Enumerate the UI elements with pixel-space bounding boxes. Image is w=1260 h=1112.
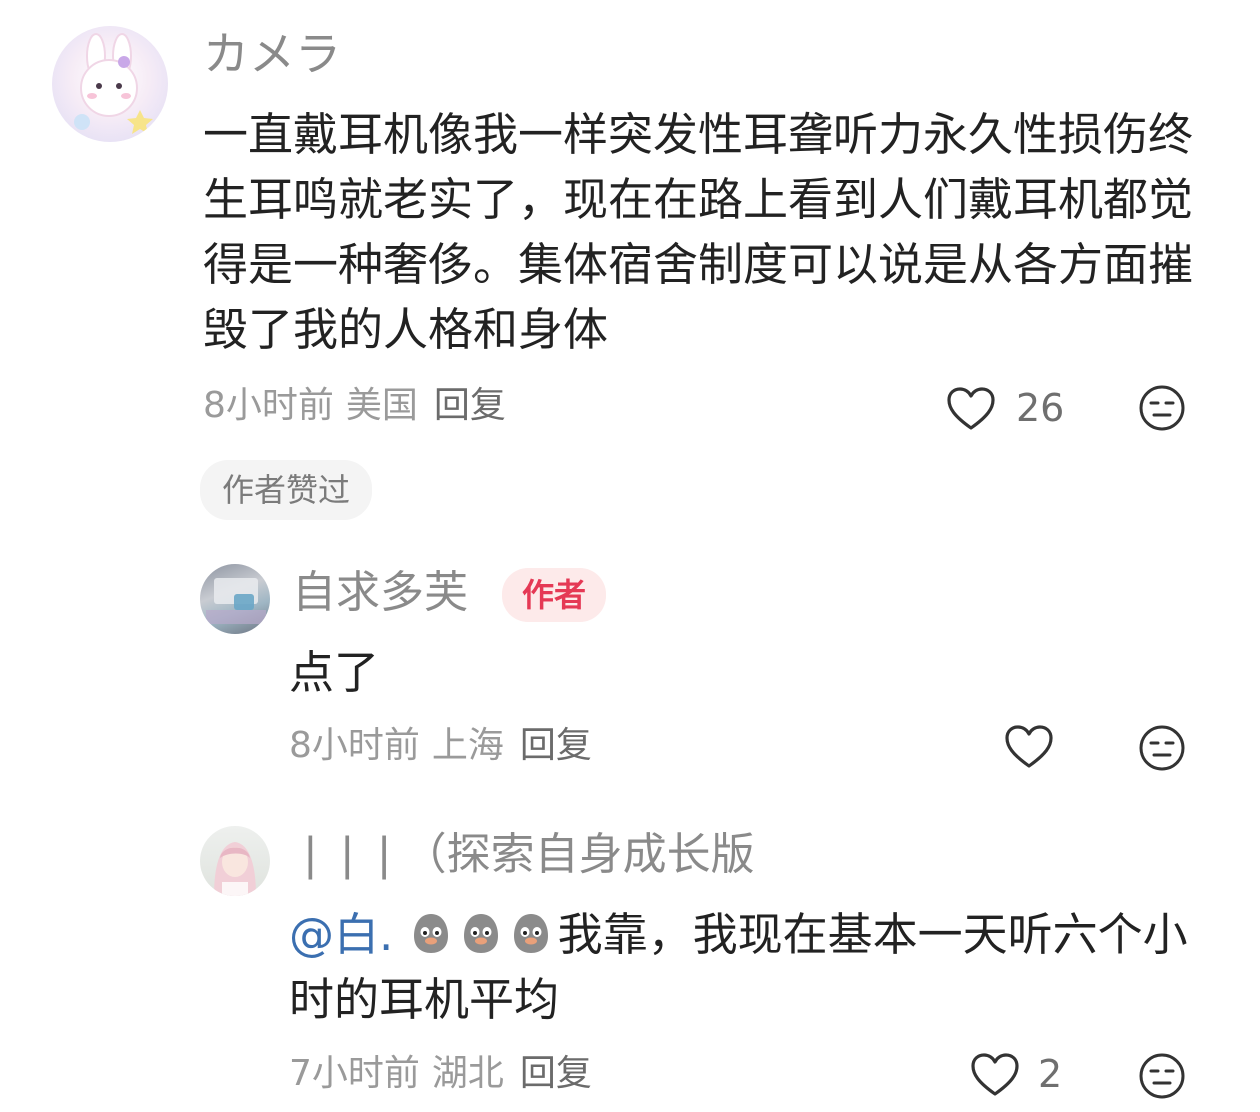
reply-button[interactable]: 回复 bbox=[520, 1053, 592, 1094]
pigeon-emoji-icon bbox=[413, 914, 448, 953]
reply-location: 湖北 bbox=[431, 1053, 504, 1094]
pigeon-emoji-icon bbox=[463, 914, 498, 953]
like-count: 2 bbox=[1038, 1052, 1063, 1096]
bunny-avatar-icon bbox=[74, 33, 153, 134]
reply-text: @白. 我靠，我现在基本一天听六个小时的耳机平均 bbox=[289, 902, 1189, 1032]
reply-item: ❘❘❘（探索自身成长版 @白. 我靠，我现在基本一天听六个小时的耳机平均 7小时… bbox=[0, 800, 1260, 1112]
dislike-button[interactable] bbox=[1138, 1052, 1186, 1100]
reply-location: 上海 bbox=[431, 725, 504, 766]
author-badge: 作者 bbox=[502, 568, 607, 622]
reply-meta: 7小时前 湖北 回复 bbox=[289, 1048, 592, 1100]
heart-outline-icon bbox=[1005, 725, 1053, 768]
dislike-button[interactable] bbox=[1138, 724, 1186, 772]
comment-text: 一直戴耳机像我一样突发性耳聋听力永久性损伤终生耳鸣就老实了，现在在路上看到人们戴… bbox=[203, 108, 1194, 356]
comment-time: 8小时前 bbox=[203, 385, 334, 426]
comment-location: 美国 bbox=[345, 385, 418, 426]
reply-text: 点了 bbox=[289, 646, 380, 699]
avatar[interactable] bbox=[200, 564, 270, 634]
mention-link[interactable]: @白. bbox=[289, 908, 393, 961]
reply-time: 7小时前 bbox=[289, 1053, 420, 1094]
photo-avatar-icon bbox=[206, 578, 266, 624]
heart-outline-icon bbox=[971, 1053, 1019, 1096]
reply-username[interactable]: 自求多芙 bbox=[292, 562, 468, 624]
heart-outline-icon bbox=[947, 387, 995, 430]
reply-item: 自求多芙 作者 点了 8小时前 上海 回复 bbox=[0, 540, 1260, 800]
like-count: 26 bbox=[1016, 386, 1065, 430]
like-button[interactable] bbox=[1004, 724, 1056, 772]
reply-button[interactable]: 回复 bbox=[520, 725, 592, 766]
meh-face-icon bbox=[1139, 1053, 1185, 1099]
avatar[interactable] bbox=[52, 26, 168, 142]
dislike-button[interactable] bbox=[1138, 384, 1186, 432]
author-liked-chip: 作者赞过 bbox=[200, 460, 373, 520]
girl-avatar-icon bbox=[214, 842, 256, 896]
meh-face-icon bbox=[1139, 385, 1185, 431]
reply-button[interactable]: 回复 bbox=[434, 385, 506, 426]
avatar[interactable] bbox=[200, 826, 270, 896]
reply-meta: 8小时前 上海 回复 bbox=[289, 720, 592, 772]
pigeon-emoji-icon bbox=[513, 914, 548, 953]
meh-face-icon bbox=[1139, 725, 1185, 771]
reply-username[interactable]: ❘❘❘（探索自身成长版 bbox=[292, 824, 755, 886]
comment-username[interactable]: カメラ bbox=[203, 22, 341, 86]
comment-item: カメラ 一直戴耳机像我一样突发性耳聋听力永久性损伤终生耳鸣就老实了，现在在路上看… bbox=[0, 0, 1260, 540]
comment-meta: 8小时前 美国 回复 bbox=[203, 380, 506, 432]
reply-time: 8小时前 bbox=[289, 725, 420, 766]
